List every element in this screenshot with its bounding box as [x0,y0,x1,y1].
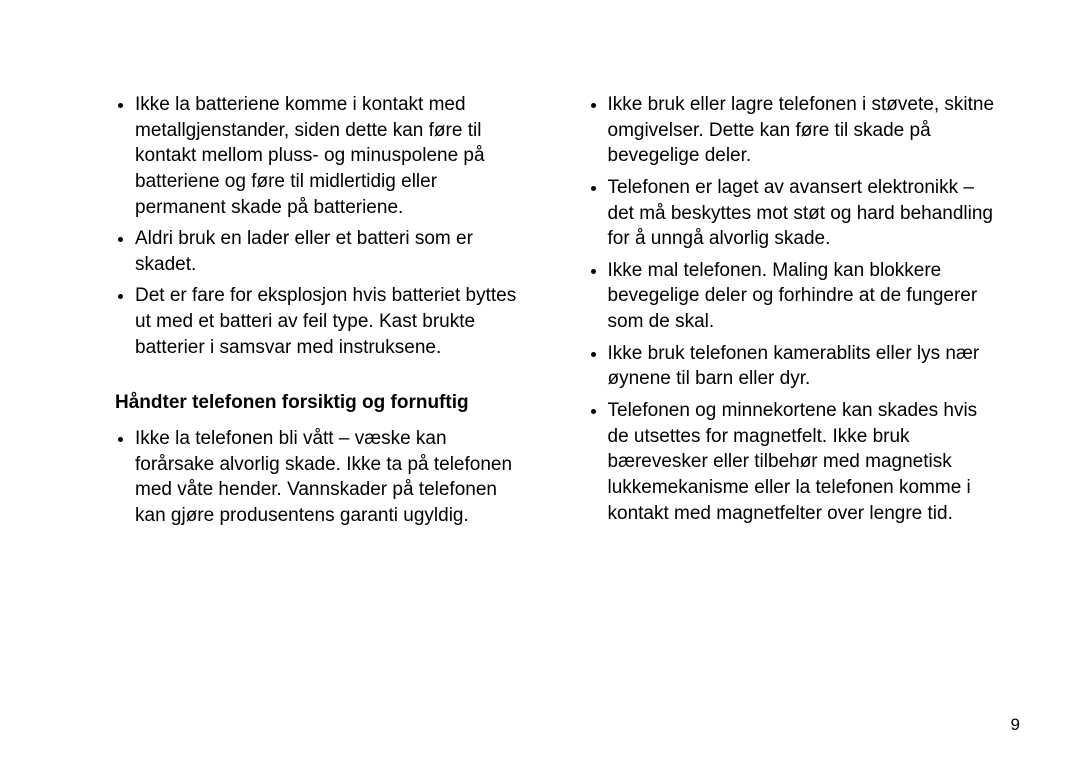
page-content: Ikke la batteriene komme i kontakt med m… [0,0,1080,595]
list-item: Det er fare for eksplosjon hvis batterie… [135,283,528,360]
right-column: Ikke bruk eller lagre telefonen i støvet… [588,92,1001,535]
list-item: Telefonen er laget av avansert elektroni… [608,175,1001,252]
section-heading: Håndter telefonen forsiktig og fornuftig [115,390,528,416]
page-number: 9 [1011,715,1020,735]
list-item: Ikke bruk eller lagre telefonen i støvet… [608,92,1001,169]
list-item: Ikke la batteriene komme i kontakt med m… [135,92,528,220]
list-item: Ikke bruk telefonen kamerablits eller ly… [608,341,1001,392]
right-list-1: Ikke bruk eller lagre telefonen i støvet… [588,92,1001,526]
left-list-2: Ikke la telefonen bli vått – væske kan f… [115,426,528,529]
list-item: Telefonen og minnekortene kan skades hvi… [608,398,1001,526]
left-list-1: Ikke la batteriene komme i kontakt med m… [115,92,528,360]
list-item: Ikke mal telefonen. Maling kan blokkere … [608,258,1001,335]
list-item: Ikke la telefonen bli vått – væske kan f… [135,426,528,529]
list-item: Aldri bruk en lader eller et batteri som… [135,226,528,277]
left-column: Ikke la batteriene komme i kontakt med m… [115,92,528,535]
